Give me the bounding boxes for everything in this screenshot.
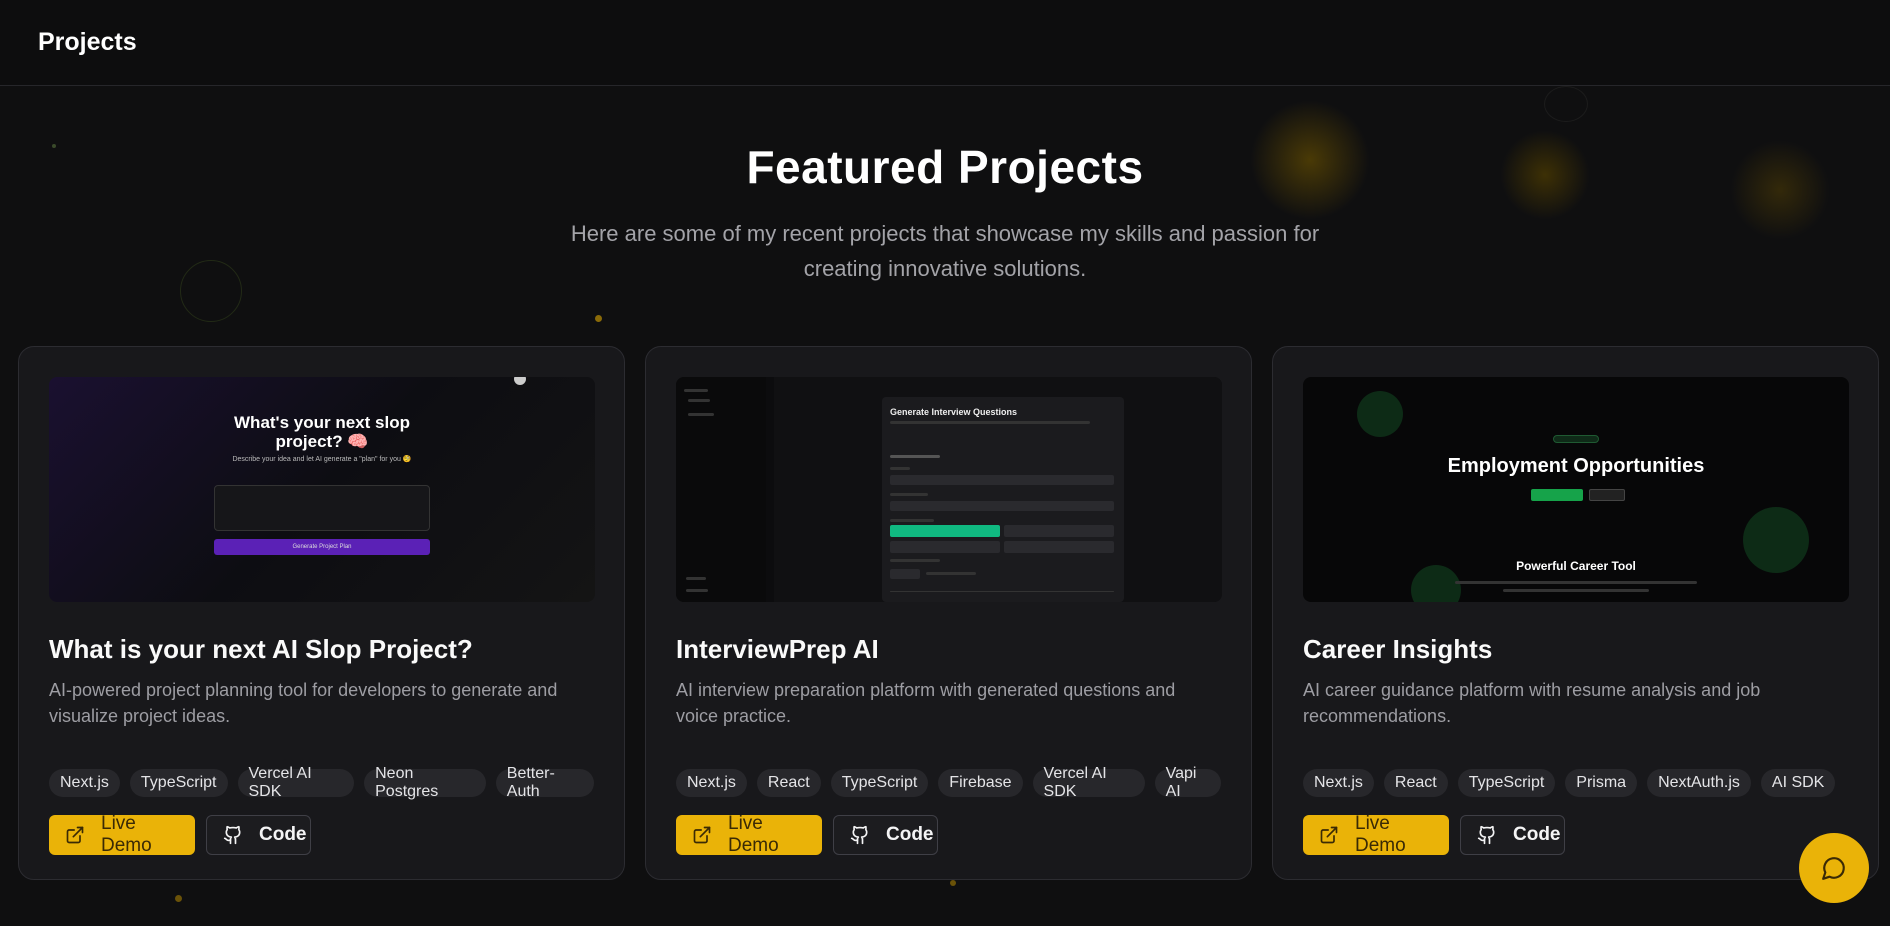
chat-button[interactable] <box>1799 833 1869 903</box>
live-demo-label: Live Demo <box>1355 813 1406 856</box>
card-actions: Live Demo Code <box>1303 813 1848 856</box>
preview-subtext: Describe your idea and let AI generate a… <box>232 456 412 463</box>
tech-tag: Prisma <box>1565 769 1638 797</box>
preview-primary-button <box>1531 489 1583 501</box>
external-link-icon <box>66 826 84 844</box>
project-title: InterviewPrep AI <box>676 634 879 664</box>
tech-tag: React <box>1383 769 1448 797</box>
tag-list: Next.js React TypeScript Firebase Vercel… <box>676 765 1221 800</box>
github-icon <box>850 825 868 845</box>
code-button[interactable]: Code <box>1460 815 1565 855</box>
code-button[interactable]: Code <box>833 815 938 855</box>
card-actions: Live Demo Code <box>676 813 1221 856</box>
code-button[interactable]: Code <box>206 815 311 855</box>
page-title: Projects <box>38 28 137 56</box>
tag-list: Next.js TypeScript Vercel AI SDK Neon Po… <box>49 765 594 800</box>
tech-tag: Next.js <box>676 769 747 797</box>
code-label: Code <box>1513 824 1561 845</box>
github-icon <box>1477 825 1495 845</box>
preview-button: Generate Project Plan <box>214 539 430 555</box>
tech-tag: TypeScript <box>830 769 929 797</box>
preview-subheading: Powerful Career Tool <box>1516 559 1636 573</box>
tech-tag: TypeScript <box>129 769 228 797</box>
preview-selected-chip <box>890 525 1000 537</box>
project-description: AI career guidance platform with resume … <box>1303 680 1761 726</box>
tech-tag: Neon Postgres <box>364 765 486 800</box>
card-actions: Live Demo Code <box>49 813 594 856</box>
project-description: AI interview preparation platform with g… <box>676 680 1176 726</box>
tech-tag: Firebase <box>938 769 1023 797</box>
tech-tag: Better-Auth <box>495 765 594 800</box>
tech-tag: AI SDK <box>1760 769 1836 797</box>
tech-tag: React <box>756 769 821 797</box>
live-demo-label: Live Demo <box>101 813 152 856</box>
live-demo-button[interactable]: Live Demo <box>676 813 822 856</box>
project-card: What's your next slop project? 🧠 Describ… <box>18 346 625 880</box>
preview-form: Generate Interview Questions <box>882 397 1124 602</box>
bg-dot <box>950 880 956 886</box>
project-card: Generate Interview Questions InterviewPr… <box>645 346 1252 880</box>
tech-tag: Next.js <box>1303 769 1374 797</box>
tech-tag: Vercel AI SDK <box>237 765 355 800</box>
preview-sidebar <box>676 377 766 602</box>
project-card: Employment Opportunities Powerful Career… <box>1272 346 1879 880</box>
project-preview-image: What's your next slop project? 🧠 Describ… <box>49 377 595 602</box>
avatar <box>514 377 526 385</box>
preview-secondary-button <box>1589 489 1625 501</box>
tag-list: Next.js React TypeScript Prisma NextAuth… <box>1303 769 1848 797</box>
tech-tag: TypeScript <box>1457 769 1556 797</box>
preview-badge <box>1553 435 1599 443</box>
external-link-icon <box>1320 826 1338 844</box>
hero-section: Featured Projects Here are some of my re… <box>0 140 1890 286</box>
tech-tag: NextAuth.js <box>1647 769 1751 797</box>
project-title: Career Insights <box>1303 634 1493 664</box>
section-title: Featured Projects <box>746 141 1144 193</box>
tech-tag: Vercel AI SDK <box>1032 765 1145 800</box>
project-preview-image: Generate Interview Questions <box>676 377 1222 602</box>
code-label: Code <box>259 824 307 845</box>
project-preview-image: Employment Opportunities Powerful Career… <box>1303 377 1849 602</box>
live-demo-label: Live Demo <box>728 813 779 856</box>
github-icon <box>223 825 241 845</box>
external-link-icon <box>693 826 711 844</box>
bg-dot <box>595 315 602 322</box>
project-cards: What's your next slop project? 🧠 Describ… <box>18 346 1879 880</box>
top-bar: Projects <box>0 0 1890 86</box>
bg-dot <box>175 895 182 902</box>
live-demo-button[interactable]: Live Demo <box>1303 813 1449 856</box>
preview-heading: Employment Opportunities <box>1447 455 1705 477</box>
preview-textarea <box>214 485 430 531</box>
chat-bubble-icon <box>1822 857 1845 880</box>
section-subtitle: Here are some of my recent projects that… <box>570 221 1320 281</box>
project-title: What is your next AI Slop Project? <box>49 634 473 664</box>
tech-tag: Vapi AI <box>1154 765 1221 800</box>
preview-heading: Generate Interview Questions <box>890 407 1018 417</box>
tech-tag: Next.js <box>49 769 120 797</box>
preview-heading: What's your next slop project? 🧠 <box>234 413 410 451</box>
bg-ring <box>1544 86 1588 122</box>
live-demo-button[interactable]: Live Demo <box>49 813 195 856</box>
project-description: AI-powered project planning tool for dev… <box>49 680 558 726</box>
code-label: Code <box>886 824 934 845</box>
